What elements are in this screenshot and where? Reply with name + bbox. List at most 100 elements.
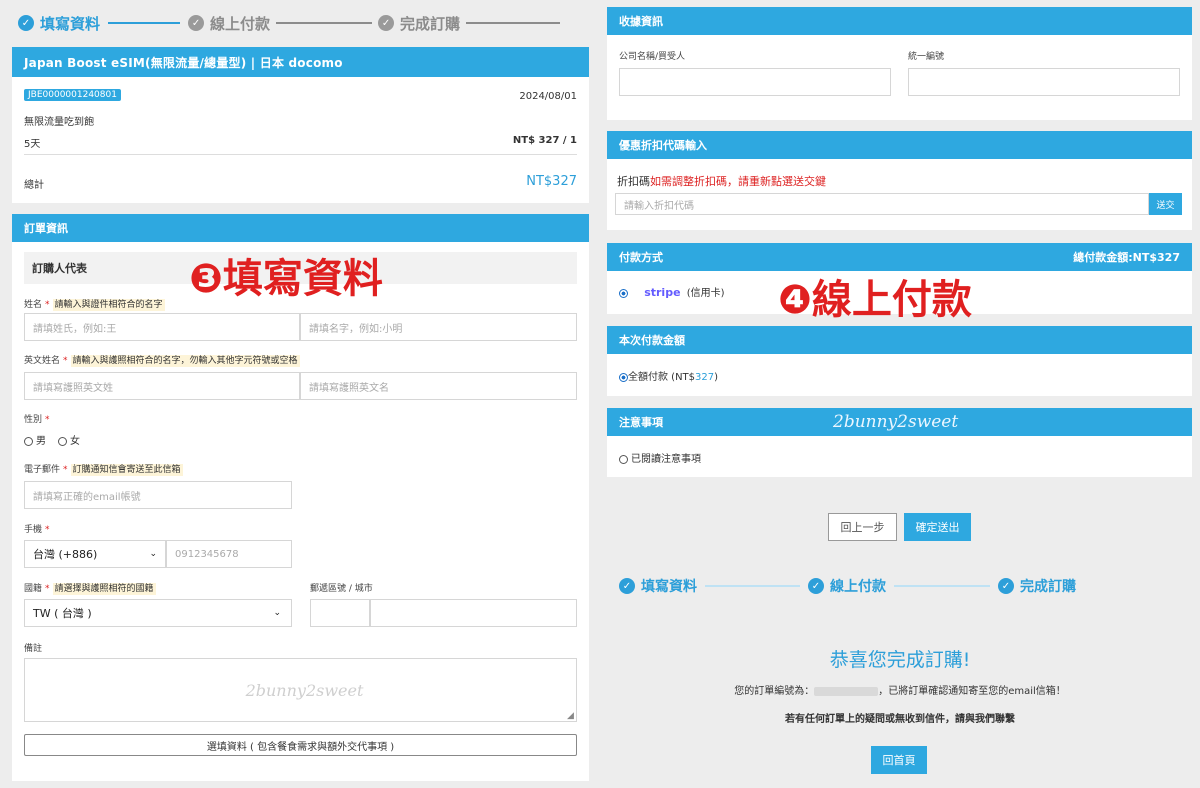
- step-label: 線上付款: [210, 14, 271, 33]
- step-connector: [276, 22, 373, 24]
- zip-city-label: 郵遞區號 / 城市: [310, 584, 373, 594]
- radio-label-close: ): [714, 372, 719, 383]
- phone-input[interactable]: 0912345678: [166, 540, 292, 568]
- remark-textarea[interactable]: 2bunny2sweet: [24, 658, 577, 722]
- placeholder: 請填名字，例如:小明: [309, 323, 403, 335]
- watermark: 2bunny2sweet: [245, 680, 364, 700]
- email-input[interactable]: 請填寫正確的email帳號: [24, 481, 292, 509]
- receipt-card: 收據資訊 公司名稱/買受人 統一編號: [607, 7, 1192, 120]
- phone-country-select[interactable]: 台灣 (+886) ⌄: [24, 540, 166, 568]
- label-text: 國籍: [24, 584, 43, 594]
- amount-value: 327: [695, 372, 715, 383]
- step-fill-info: ✓ 填寫資料: [619, 576, 697, 596]
- check-circle-icon: ✓: [808, 578, 824, 594]
- coupon-input[interactable]: 請輸入折扣代碼: [615, 193, 1149, 215]
- english-first-name-input[interactable]: 請填寫護照英文名: [300, 372, 577, 400]
- required-mark: *: [45, 415, 50, 425]
- zip-input[interactable]: [310, 599, 370, 627]
- check-circle-icon: ✓: [998, 578, 1014, 594]
- english-name-label: 英文姓名 * 請輸入與護照相符合的名字，勿輸入其他字元符號或空格: [24, 353, 300, 367]
- full-payment-radio[interactable]: 全額付款 (NT$327): [619, 368, 718, 383]
- step-connector: [705, 585, 800, 587]
- gender-female-radio[interactable]: 女: [58, 432, 80, 447]
- required-mark: *: [63, 356, 68, 366]
- step-label: 完成訂購: [1020, 579, 1076, 595]
- label-text: 姓名: [24, 300, 43, 310]
- coupon-warning: 如需調整折扣碼，請重新點選送交鍵: [650, 175, 826, 188]
- english-last-name-input[interactable]: 請填寫護照英文姓: [24, 372, 300, 400]
- confirm-submit-button[interactable]: 確定送出: [904, 513, 971, 541]
- back-button[interactable]: 回上一步: [828, 513, 897, 541]
- check-circle-icon: ✓: [18, 15, 34, 31]
- step-connector: [108, 22, 181, 24]
- last-name-input[interactable]: 請填姓氏，例如:王: [24, 313, 300, 341]
- required-mark: *: [45, 300, 50, 310]
- company-input[interactable]: [619, 68, 891, 96]
- optional-info-button[interactable]: 選填資料 ( 包含餐食需求與額外交代事項 ): [24, 734, 577, 756]
- gender-male-radio[interactable]: 男: [24, 432, 46, 447]
- placeholder: 請填寫正確的email帳號: [33, 491, 141, 503]
- remark-label: 備註: [24, 644, 43, 654]
- button-label: 回首頁: [882, 754, 916, 767]
- nationality-select[interactable]: TW ( 台灣 ) ⌄: [24, 599, 292, 627]
- total-value: NT$327: [526, 174, 577, 189]
- label-text: 手機: [24, 525, 43, 535]
- amount-header-text: 本次付款金額: [619, 334, 685, 347]
- complete-contact: 若有任何訂單上的疑問或無收到信件，請與我們聯繫: [785, 714, 1015, 725]
- home-button[interactable]: 回首頁: [871, 746, 927, 774]
- placeholder: 請填寫護照英文姓: [33, 382, 113, 394]
- receipt-header: 收據資訊: [607, 7, 1192, 35]
- placeholder: 0912345678: [175, 548, 239, 560]
- step-connector: [894, 585, 990, 587]
- nationality-label: 國籍 * 請選擇與護照相符的國籍: [24, 581, 156, 595]
- required-mark: *: [45, 584, 50, 594]
- label-text: 性別: [24, 415, 43, 425]
- step-online-payment: ✓ 線上付款: [808, 576, 886, 596]
- divider: [24, 154, 577, 155]
- coupon-header-text: 優惠折扣代碼輸入: [619, 139, 707, 152]
- step-label: 完成訂購: [400, 14, 461, 33]
- annotation-step3: ❸填寫資料: [189, 256, 383, 302]
- radio-label: 男: [36, 436, 46, 447]
- coupon-prefix: 折扣碼: [617, 175, 650, 188]
- product-title-text: Japan Boost eSIM(無限流量/總量型) | 日本 docomo: [24, 55, 343, 70]
- field-note: 請輸入與護照相符合的名字，勿輸入其他字元符號或空格: [70, 355, 300, 367]
- product-date: 2024/08/01: [519, 91, 577, 102]
- radio-icon: [24, 436, 33, 446]
- product-plan: 無限流量吃到飽: [24, 117, 94, 128]
- first-name-input[interactable]: 請填名字，例如:小明: [300, 313, 577, 341]
- resize-handle-icon[interactable]: ◢: [567, 711, 574, 721]
- required-mark: *: [45, 525, 50, 535]
- select-value: 台灣 (+886): [33, 548, 98, 561]
- notice-read-radio[interactable]: 已閱讀注意事項: [619, 450, 701, 465]
- chevron-down-icon: ⌄: [273, 608, 281, 618]
- notice-card: 注意事項 2bunny2sweet 已閱讀注意事項: [607, 408, 1192, 477]
- placeholder: 請輸入折扣代碼: [624, 200, 694, 212]
- radio-icon: [58, 436, 67, 446]
- button-label: 確定送出: [915, 521, 960, 534]
- coupon-submit-button[interactable]: 送交: [1149, 193, 1182, 215]
- check-circle-icon: ✓: [188, 15, 205, 31]
- tax-id-input[interactable]: [908, 68, 1180, 96]
- watermark: 2bunny2sweet: [833, 412, 959, 432]
- amount-header: 本次付款金額: [607, 326, 1192, 354]
- company-label: 公司名稱/買受人: [619, 52, 686, 62]
- complete-title: 恭喜您完成訂購!: [829, 649, 971, 671]
- coupon-card: 優惠折扣代碼輸入 折扣碼如需調整折扣碼，請重新點選送交鍵 請輸入折扣代碼 送交: [607, 131, 1192, 230]
- product-days: 5天: [24, 139, 41, 150]
- step-online-payment: ✓ 線上付款: [188, 13, 270, 34]
- placeholder: 請填姓氏，例如:王: [33, 323, 117, 335]
- payment-amount-card: 本次付款金額 全額付款 (NT$327): [607, 326, 1192, 396]
- step-connector: [466, 22, 561, 24]
- payment-header-text: 付款方式: [619, 251, 663, 264]
- radio-icon: [619, 454, 628, 464]
- stripe-radio[interactable]: stripe (信用卡): [619, 284, 725, 299]
- gender-label: 性別 *: [24, 412, 53, 425]
- step-complete: ✓ 完成訂購: [378, 13, 460, 34]
- step-label: 填寫資料: [641, 579, 697, 595]
- order-number-redacted: [814, 686, 879, 696]
- label-text: 英文姓名: [24, 356, 61, 366]
- total-label: 總計: [24, 180, 44, 191]
- progress-steps-top: ✓ 填寫資料 ✓ 線上付款 ✓ 完成訂購: [18, 13, 561, 34]
- city-input[interactable]: [370, 599, 577, 627]
